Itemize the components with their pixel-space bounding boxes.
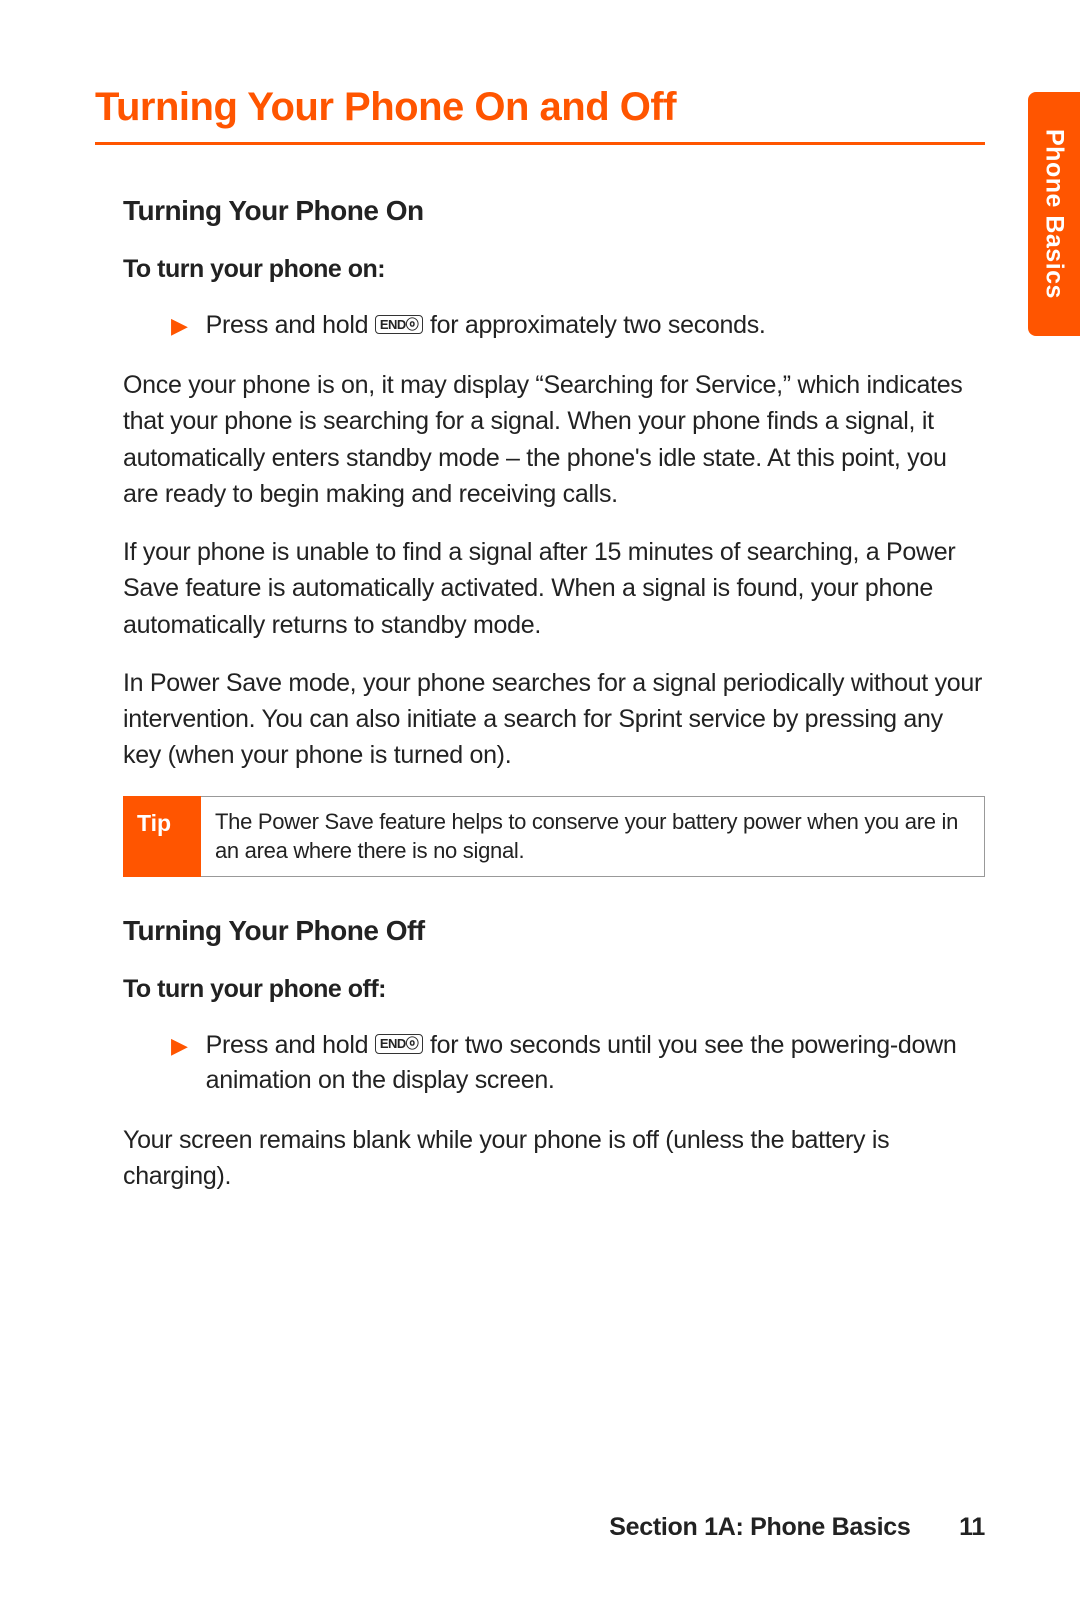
on-step-label: To turn your phone on: [123, 255, 985, 284]
on-para-2: If your phone is unable to find a signal… [123, 534, 985, 643]
off-para-1: Your screen remains blank while your pho… [123, 1122, 985, 1195]
bullet-arrow-icon: ▶ [171, 1031, 188, 1062]
off-bullet-item: ▶ Press and hold ENDⓞ for two seconds un… [171, 1028, 985, 1098]
on-bullet-post: for approximately two seconds. [430, 311, 766, 339]
on-para-1: Once your phone is on, it may display “S… [123, 367, 985, 512]
off-step-label: To turn your phone off: [123, 975, 985, 1004]
end-key-icon: ENDⓞ [375, 315, 423, 335]
page-footer: Section 1A: Phone Basics 11 [609, 1513, 985, 1542]
side-tab-label: Phone Basics [1040, 129, 1069, 299]
page-content: Turning Your Phone On and Off Turning Yo… [0, 0, 1080, 1194]
section-off-title: Turning Your Phone Off [123, 915, 985, 947]
end-key-icon: ENDⓞ [375, 1034, 423, 1054]
footer-section: Section 1A: Phone Basics [609, 1513, 910, 1541]
tip-box: Tip The Power Save feature helps to cons… [123, 796, 985, 877]
on-para-3: In Power Save mode, your phone searches … [123, 665, 985, 774]
footer-page-number: 11 [959, 1513, 985, 1541]
off-bullet-text: Press and hold ENDⓞ for two seconds unti… [206, 1028, 985, 1098]
tip-label: Tip [123, 796, 201, 877]
side-tab: Phone Basics [1028, 92, 1080, 336]
main-title: Turning Your Phone On and Off [95, 85, 985, 145]
content-area: Turning Your Phone On To turn your phone… [95, 195, 985, 1194]
bullet-arrow-icon: ▶ [171, 311, 188, 342]
on-bullet-text: Press and hold ENDⓞ for approximately tw… [206, 308, 985, 343]
tip-text: The Power Save feature helps to conserve… [201, 796, 985, 877]
section-on-title: Turning Your Phone On [123, 195, 985, 227]
off-bullet-pre: Press and hold [206, 1031, 375, 1059]
on-bullet-pre: Press and hold [206, 311, 375, 339]
on-bullet-item: ▶ Press and hold ENDⓞ for approximately … [171, 308, 985, 343]
